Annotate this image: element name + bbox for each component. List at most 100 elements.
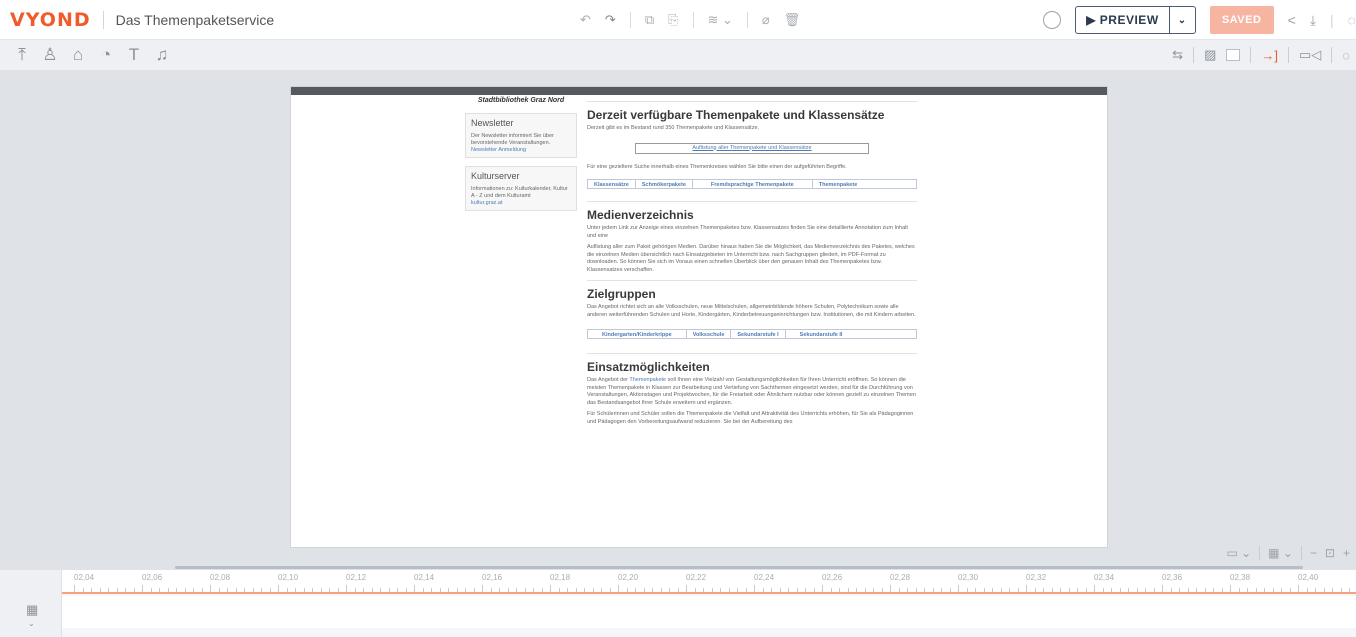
text-icon[interactable]: T: [120, 45, 148, 65]
more-icon[interactable]: ◌: [1342, 48, 1350, 63]
scene-canvas[interactable]: Stadtbibliothek Graz Nord Newsletter Der…: [291, 87, 1107, 547]
download-icon[interactable]: ⤓: [1310, 12, 1316, 29]
tick-mark: [261, 588, 262, 592]
swap-icon[interactable]: ⇆: [1172, 47, 1183, 63]
tick-mark: [227, 588, 228, 592]
tick-mark: [745, 588, 747, 592]
divider: [587, 201, 917, 202]
divider: [587, 101, 917, 102]
timeline-side: ▦ ⌄: [0, 570, 62, 637]
stage-area: Stadtbibliothek Graz Nord Newsletter Der…: [0, 70, 1356, 570]
tick-mark: [1162, 585, 1163, 592]
saved-button[interactable]: SAVED: [1209, 6, 1274, 34]
tab-themenpakete[interactable]: Themenpakete: [813, 180, 864, 188]
chevron-down-icon[interactable]: ⌄: [28, 619, 35, 628]
erase-icon[interactable]: ⌀: [762, 12, 770, 28]
webpage-main: Derzeit verfügbare Themenpakete und Klas…: [587, 95, 917, 426]
props-icon[interactable]: ⌂: [64, 45, 92, 65]
tick-mark: [1230, 585, 1231, 592]
tick-mark: [643, 588, 645, 592]
grid-icon[interactable]: ▦ ⌄: [1268, 546, 1293, 560]
tick-mark: [873, 588, 874, 592]
color-swatch[interactable]: [1226, 49, 1241, 61]
timeline-track[interactable]: [62, 596, 1356, 628]
background-icon[interactable]: ▨: [1204, 47, 1216, 63]
tick-mark: [278, 585, 279, 592]
video-title[interactable]: Das Themenpaketservice: [116, 12, 274, 28]
tick-mark: [1306, 588, 1308, 592]
heading-einsatz: Einsatzmöglichkeiten: [587, 360, 710, 374]
zoom-out-icon[interactable]: −: [1310, 546, 1317, 560]
auflistung-button[interactable]: Auflistung aller Themenpakete und Klasse…: [635, 142, 869, 154]
chevron-down-icon[interactable]: ⌄: [1168, 7, 1195, 33]
tick-mark: [405, 588, 407, 592]
tab-sekundarstufe-1[interactable]: Sekundarstufe I: [731, 330, 786, 338]
tab-schmoekerpakete[interactable]: Schmökerpakete: [636, 180, 693, 188]
enter-icon[interactable]: →]: [1261, 48, 1278, 63]
tick-mark: [1179, 588, 1180, 592]
music-icon[interactable]: ♫: [148, 45, 176, 65]
asset-toolbar: ⤒ ♙ ⌂ ◔ T ♫ ⇆ ▨ →] ▭◁ ◌: [0, 40, 1356, 70]
tick-mark: [371, 588, 373, 592]
tab-fremdsprachige[interactable]: Fremdsprachige Themenpakete: [693, 180, 813, 188]
screen-icon[interactable]: ▭ ⌄: [1226, 546, 1251, 560]
share-icon[interactable]: <: [1288, 12, 1296, 28]
vyond-logo: VYOND: [10, 8, 91, 31]
newsletter-link[interactable]: Newsletter Anmeldung: [471, 147, 571, 153]
help-icon[interactable]: ◌: [1348, 12, 1356, 28]
preview-button[interactable]: ▶ PREVIEW ⌄: [1075, 6, 1196, 34]
tick-mark: [720, 588, 721, 592]
zoom-in-icon[interactable]: +: [1343, 546, 1350, 560]
tick-mark: [830, 588, 832, 592]
kulturserver-link[interactable]: kultur.graz.at: [471, 200, 571, 206]
tick-mark: [907, 588, 908, 592]
upload-icon[interactable]: ⤒: [8, 45, 36, 65]
paste-icon[interactable]: ⎘: [668, 12, 678, 28]
tab-volksschule[interactable]: Volksschule: [687, 330, 732, 338]
newsletter-box: Newsletter Der Newsletter informiert Sie…: [465, 113, 577, 158]
divider: [1287, 47, 1289, 63]
scene-icon[interactable]: ▦: [26, 602, 38, 618]
library-name: Stadtbibliothek Graz Nord: [477, 97, 565, 104]
tick-mark: [1340, 588, 1342, 592]
preview-label: ▶ PREVIEW: [1086, 13, 1159, 27]
character-icon[interactable]: ♙: [36, 45, 64, 65]
tick-mark: [822, 585, 823, 592]
tick-mark: [771, 588, 772, 592]
tick-mark: [235, 588, 237, 592]
tick-mark: [550, 585, 551, 592]
camera-icon[interactable]: ▭◁: [1299, 47, 1321, 63]
tick-mark: [312, 588, 313, 592]
layer-icon[interactable]: ≋ ⌄: [708, 12, 733, 28]
heading-zielgruppen: Zielgruppen: [587, 287, 656, 301]
copy-icon[interactable]: ⧉: [645, 12, 654, 28]
tick-label: 02,24: [754, 573, 775, 582]
themenpakete-link[interactable]: Themenpakete: [629, 377, 666, 383]
redo-icon[interactable]: ↷: [605, 12, 616, 28]
horizontal-scrollbar[interactable]: [175, 566, 1303, 569]
chart-icon[interactable]: ◔: [92, 45, 120, 65]
tick-mark: [1264, 588, 1265, 592]
tick-mark: [499, 588, 500, 592]
tick-mark: [422, 588, 424, 592]
tick-label: 02,08: [210, 573, 231, 582]
divider: [1331, 47, 1333, 63]
divider: [1300, 546, 1302, 560]
tick-label: 02,22: [686, 573, 707, 582]
tick-mark: [915, 588, 917, 592]
tab-klassensaetze[interactable]: Klassensätze: [588, 180, 636, 188]
tick-mark: [91, 588, 92, 592]
tick-label: 02,30: [958, 573, 979, 582]
canvas-controls: ▭ ⌄ ▦ ⌄ − ⊡ +: [1226, 542, 1350, 564]
divider: [746, 12, 748, 28]
tick-mark: [354, 588, 356, 592]
undo-icon[interactable]: ↶: [580, 12, 591, 28]
trash-icon[interactable]: 🗑︎: [784, 12, 801, 28]
tab-kindergarten[interactable]: Kindergarten/Kinderkrippe: [588, 330, 687, 338]
tab-sekundarstufe-2[interactable]: Sekundarstufe II: [786, 330, 857, 338]
fit-icon[interactable]: ⊡: [1325, 546, 1335, 560]
tick-mark: [524, 588, 526, 592]
time-ruler[interactable]: 02,04 02,06 02,08 02,10 02,12 02,14 02,16 02,18…: [62, 570, 1356, 594]
gear-icon[interactable]: [1043, 11, 1062, 29]
tick-mark: [609, 588, 611, 592]
